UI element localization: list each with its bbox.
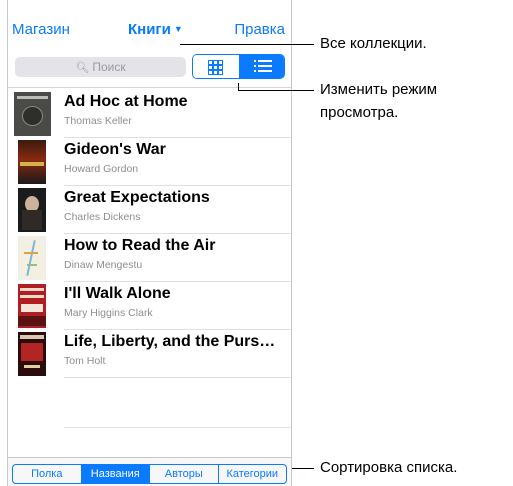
book-author: Dinaw Mengestu xyxy=(64,259,143,271)
search-input[interactable]: 🔍︎ Поиск xyxy=(15,57,186,77)
book-title: I'll Walk Alone xyxy=(64,285,171,302)
book-cover xyxy=(18,284,46,328)
book-row[interactable]: Ad Hoc at Home Thomas Keller xyxy=(8,90,291,138)
callout-sort: Сортировка списка. xyxy=(320,459,458,476)
callout-view-mode-line1: Изменить режим xyxy=(320,81,438,98)
book-cover xyxy=(18,236,46,280)
store-button[interactable]: Магазин xyxy=(12,21,70,38)
book-cover xyxy=(18,188,46,232)
sort-tab-authors[interactable]: Авторы xyxy=(149,465,218,483)
book-title: Gideon's War xyxy=(64,141,166,158)
book-row[interactable]: Great Expectations Charles Dickens xyxy=(8,186,291,234)
book-title: How to Read the Air xyxy=(64,237,216,254)
list-view-button[interactable] xyxy=(239,55,284,78)
divider xyxy=(8,87,291,88)
view-mode-toggle xyxy=(192,54,285,79)
row-separator xyxy=(64,427,291,428)
sort-tab-titles[interactable]: Названия xyxy=(80,465,149,483)
book-cover xyxy=(14,92,51,136)
book-title: Ad Hoc at Home xyxy=(64,93,188,110)
book-row[interactable]: Life, Liberty, and the Purs… Tom Holt xyxy=(8,330,291,378)
book-row[interactable]: I'll Walk Alone Mary Higgins Clark xyxy=(8,282,291,330)
callout-collections: Все коллекции. xyxy=(320,35,427,52)
book-cover xyxy=(18,140,46,184)
ios-books-screen: Магазин Книги ▼ Правка 🔍︎ Поиск Ad Hoc a… xyxy=(7,0,292,486)
book-author: Tom Holt xyxy=(64,355,106,367)
callout-line xyxy=(238,90,314,91)
search-placeholder: Поиск xyxy=(92,60,126,74)
search-icon: 🔍︎ xyxy=(75,62,90,74)
sort-tab-shelf[interactable]: Полка xyxy=(13,465,81,483)
book-author: Charles Dickens xyxy=(64,211,141,223)
book-row[interactable]: Gideon's War Howard Gordon xyxy=(8,138,291,186)
book-cover xyxy=(18,332,46,376)
row-separator xyxy=(64,377,291,378)
book-row[interactable]: How to Read the Air Dinaw Mengestu xyxy=(8,234,291,282)
book-title: Great Expectations xyxy=(64,189,210,206)
list-icon xyxy=(254,60,272,73)
edit-button[interactable]: Правка xyxy=(234,21,285,38)
sort-segmented-control: Полка Названия Авторы Категории xyxy=(12,464,287,484)
sort-toolbar: Полка Названия Авторы Категории xyxy=(8,457,291,486)
grid-view-button[interactable] xyxy=(193,55,239,78)
grid-icon xyxy=(208,60,223,75)
collections-title-label: Книги xyxy=(128,21,171,38)
navigation-bar: Магазин Книги ▼ Правка xyxy=(8,0,291,42)
book-author: Thomas Keller xyxy=(64,115,132,127)
callout-line xyxy=(292,468,314,469)
callout-view-mode-line2: просмотра. xyxy=(320,104,399,121)
callout-line xyxy=(180,44,314,45)
book-author: Howard Gordon xyxy=(64,163,139,175)
book-title: Life, Liberty, and the Purs… xyxy=(64,333,276,350)
chevron-down-icon: ▼ xyxy=(173,24,183,34)
book-author: Mary Higgins Clark xyxy=(64,307,153,319)
collections-title-button[interactable]: Книги ▼ xyxy=(128,21,183,38)
sort-tab-categories[interactable]: Категории xyxy=(217,465,287,483)
